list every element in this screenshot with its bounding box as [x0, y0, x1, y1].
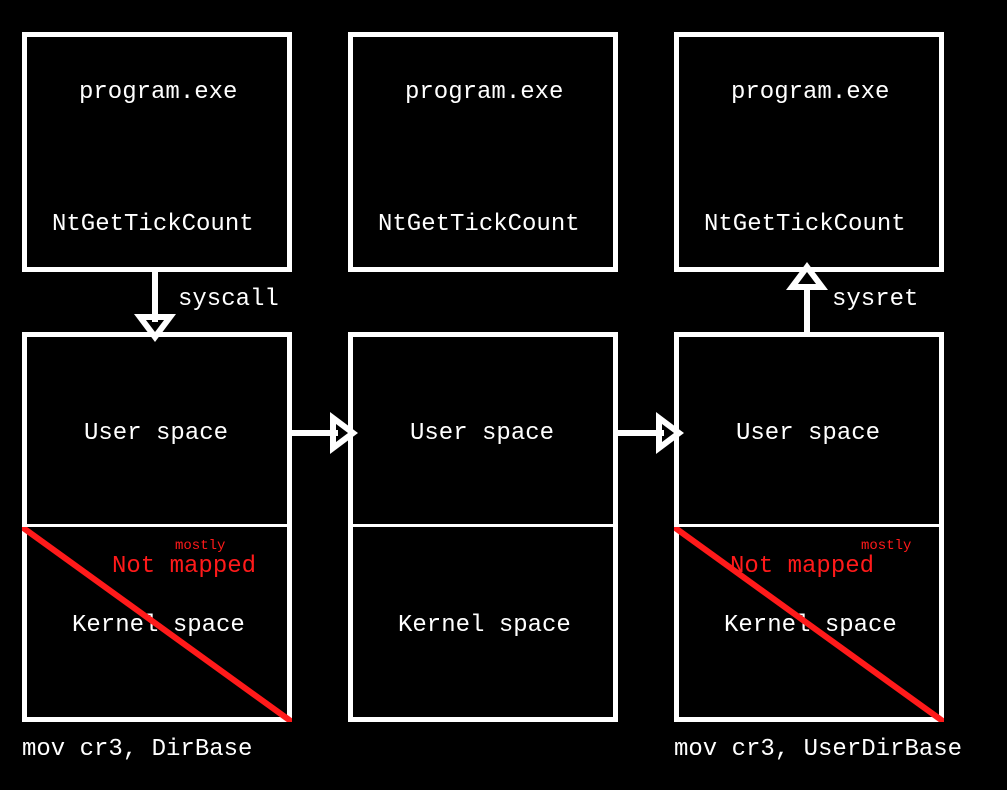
api-label-col1: NtGetTickCount — [52, 211, 254, 238]
mostly-col1: mostly — [175, 538, 225, 554]
user-space-col1: User space — [84, 420, 228, 447]
api-label-col2: NtGetTickCount — [378, 211, 580, 238]
caption-right: mov cr3, UserDirBase — [674, 736, 962, 763]
not-mapped-col3: Not mapped — [730, 553, 874, 580]
program-label-col3: program.exe — [731, 79, 889, 106]
syscall-label: syscall — [178, 286, 279, 313]
sysret-label: sysret — [832, 286, 918, 313]
kernel-space-col2: Kernel space — [398, 612, 571, 639]
program-label-col2: program.exe — [405, 79, 563, 106]
user-space-col3: User space — [736, 420, 880, 447]
arrow-up-sysret — [782, 262, 832, 336]
not-mapped-col1: Not mapped — [112, 553, 256, 580]
caption-left: mov cr3, DirBase — [22, 736, 252, 763]
kernel-space-col1: Kernel space — [72, 612, 245, 639]
user-space-col2: User space — [410, 420, 554, 447]
program-label-col1: program.exe — [79, 79, 237, 106]
api-label-col3: NtGetTickCount — [704, 211, 906, 238]
kernel-space-col3: Kernel space — [724, 612, 897, 639]
mostly-col3: mostly — [861, 538, 911, 554]
